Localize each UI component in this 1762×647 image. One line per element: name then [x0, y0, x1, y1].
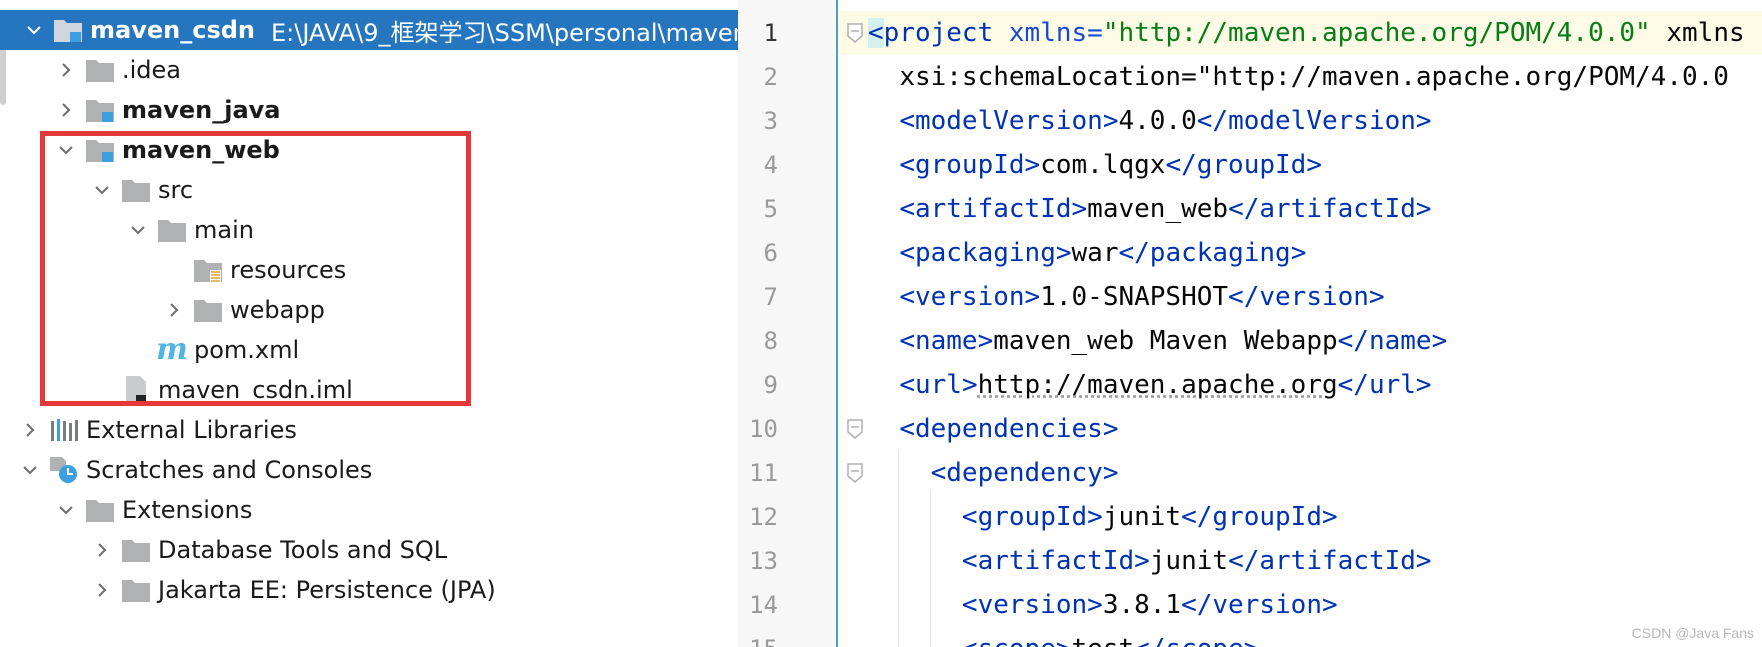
chevron-down-icon[interactable]: [52, 496, 80, 524]
gutter-divider: [836, 0, 838, 647]
library-icon: [48, 415, 80, 445]
fold-marker-icon[interactable]: [846, 23, 864, 43]
code-line[interactable]: <groupId>junit</groupId>: [868, 495, 1338, 539]
project-tree-panel: maven_csdn E:\JAVA\9_框架学习\SSM\personal\m…: [0, 0, 738, 647]
folder-icon: [120, 575, 152, 605]
line-number: 13: [749, 547, 778, 575]
chevron-down-icon[interactable]: [88, 176, 116, 204]
scratches-clock-icon: [48, 455, 80, 485]
folder-icon: [192, 295, 224, 325]
chevron-down-icon[interactable]: [52, 136, 80, 164]
tree-item-src[interactable]: src: [0, 170, 738, 210]
chevron-right-icon[interactable]: [88, 576, 116, 604]
code-line[interactable]: <name>maven_web Maven Webapp</name>: [868, 319, 1447, 363]
chevron-right-icon[interactable]: [52, 96, 80, 124]
watermark: CSDN @Java Fans: [1631, 625, 1754, 641]
folder-icon: [156, 215, 188, 245]
folder-icon: [84, 495, 116, 525]
chevron-down-icon[interactable]: [20, 16, 48, 44]
tree-item-resources[interactable]: resources: [0, 250, 738, 290]
tree-item-label: webapp: [230, 296, 325, 324]
line-number: 4: [763, 151, 778, 179]
module-folder-icon: [52, 15, 84, 45]
tree-item-label: main: [194, 216, 254, 244]
chevron-right-icon[interactable]: [52, 56, 80, 84]
fold-marker-icon[interactable]: [846, 463, 864, 483]
module-folder-icon: [84, 135, 116, 165]
chevron-right-icon[interactable]: [160, 296, 188, 324]
line-number: 1: [763, 19, 778, 47]
tree-item-label: Extensions: [122, 496, 253, 524]
code-line[interactable]: <dependency>: [868, 451, 1119, 495]
code-line[interactable]: <artifactId>junit</artifactId>: [868, 539, 1432, 583]
code-editor[interactable]: 1 2 3 4 5 6 7 8 9 10 11 12 13 14 15 <pro…: [738, 0, 1762, 647]
line-number: 15: [738, 627, 778, 647]
code-line[interactable]: <packaging>war</packaging>: [868, 231, 1306, 275]
chevron-right-icon[interactable]: [16, 416, 44, 444]
code-line[interactable]: xsi:schemaLocation="http://maven.apache.…: [868, 55, 1729, 99]
maven-icon: m: [156, 332, 188, 367]
line-number: 12: [749, 503, 778, 531]
tree-item-label: src: [158, 176, 194, 204]
tree-item-extensions[interactable]: Extensions: [0, 490, 738, 530]
tree-item-maven-web[interactable]: maven_web: [0, 130, 738, 170]
code-line[interactable]: <scope>test</scope>: [868, 627, 1259, 647]
tree-item-label: External Libraries: [86, 416, 297, 444]
code-line[interactable]: <url>http://maven.apache.org</url>: [868, 363, 1431, 407]
line-number: 6: [763, 239, 778, 267]
chevron-down-icon[interactable]: [124, 216, 152, 244]
code-line[interactable]: <artifactId>maven_web</artifactId>: [868, 187, 1431, 231]
iml-file-icon: [120, 375, 152, 405]
tree-item-pom-xml[interactable]: m pom.xml: [0, 330, 738, 370]
code-line[interactable]: <project xmlns="http://maven.apache.org/…: [868, 11, 1745, 55]
line-number: 5: [763, 195, 778, 223]
tree-item-maven-java[interactable]: maven_java: [0, 90, 738, 130]
tree-item-label: maven_csdn: [90, 16, 255, 44]
folder-icon: [120, 535, 152, 565]
tree-item-label: Database Tools and SQL: [158, 536, 448, 564]
tree-item-jakarta-ee[interactable]: Jakarta EE: Persistence (JPA): [0, 570, 738, 610]
line-number: 2: [763, 63, 778, 91]
tree-item-database-tools[interactable]: Database Tools and SQL: [0, 530, 738, 570]
chevron-right-icon[interactable]: [88, 536, 116, 564]
tree-item-label: pom.xml: [194, 336, 300, 364]
tree-item-label: maven_java: [122, 96, 281, 124]
tree-item-maven-csdn[interactable]: maven_csdn E:\JAVA\9_框架学习\SSM\personal\m…: [0, 10, 738, 50]
tree-item-idea[interactable]: .idea: [0, 50, 738, 90]
code-line[interactable]: <modelVersion>4.0.0</modelVersion>: [868, 99, 1431, 143]
line-number: 11: [749, 459, 778, 487]
line-number: 14: [749, 591, 778, 619]
tree-item-label: .idea: [122, 56, 182, 84]
resources-folder-icon: [192, 255, 224, 285]
code-line[interactable]: <dependencies>: [868, 407, 1118, 451]
chevron-down-icon[interactable]: [16, 456, 44, 484]
folder-icon: [120, 175, 152, 205]
line-number: 9: [763, 371, 778, 399]
tree-item-webapp[interactable]: webapp: [0, 290, 738, 330]
fold-marker-icon[interactable]: [846, 419, 864, 439]
line-number: 10: [749, 415, 778, 443]
tree-item-label: Scratches and Consoles: [86, 456, 373, 484]
tree-item-label: maven_csdn.iml: [158, 376, 353, 404]
tree-item-label: Jakarta EE: Persistence (JPA): [158, 576, 496, 604]
tree-item-main[interactable]: main: [0, 210, 738, 250]
code-line[interactable]: <version>3.8.1</version>: [868, 583, 1338, 627]
line-number: 7: [763, 283, 778, 311]
project-path: E:\JAVA\9_框架学习\SSM\personal\maven_: [271, 18, 738, 47]
code-line[interactable]: <version>1.0-SNAPSHOT</version>: [868, 275, 1384, 319]
line-number: 8: [763, 327, 778, 355]
line-number: 3: [763, 107, 778, 135]
tree-item-external-libraries[interactable]: External Libraries: [0, 410, 738, 450]
folder-icon: [84, 55, 116, 85]
tree-item-scratches-and-consoles[interactable]: Scratches and Consoles: [0, 450, 738, 490]
tree-item-label: maven_web: [122, 136, 280, 164]
code-line[interactable]: <groupId>com.lqgx</groupId>: [868, 143, 1322, 187]
tree-item-maven-csdn-iml[interactable]: maven_csdn.iml: [0, 370, 738, 410]
module-folder-icon: [84, 95, 116, 125]
tree-item-label: resources: [230, 256, 347, 284]
